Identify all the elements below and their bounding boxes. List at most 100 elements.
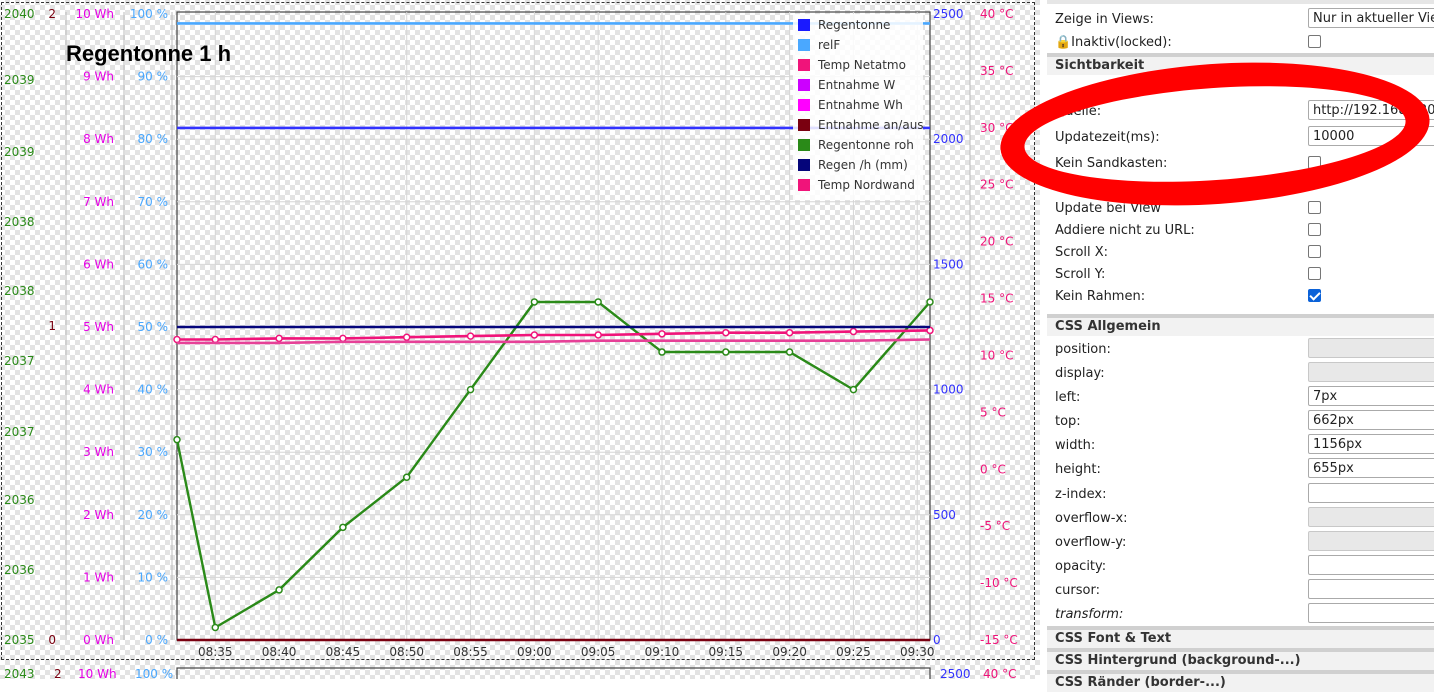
property-input-overflow-x[interactable] bbox=[1308, 507, 1434, 527]
property-input-updatezeit-ms[interactable]: 10000 bbox=[1308, 126, 1434, 146]
property-checkbox-kein-sandkasten[interactable] bbox=[1308, 156, 1321, 169]
property-label: cursor: bbox=[1055, 583, 1100, 598]
section-header-css-font-text[interactable]: CSS Font & Text bbox=[1047, 626, 1434, 648]
y-axis-tick-label: 2036 bbox=[4, 563, 35, 577]
legend-swatch bbox=[798, 119, 810, 131]
y-axis-tick-label: 40 °C bbox=[980, 7, 1013, 21]
data-point bbox=[275, 334, 283, 343]
property-input-overflow-y[interactable] bbox=[1308, 531, 1434, 551]
y-axis-tick-label: 2037 bbox=[4, 354, 35, 368]
property-input-position[interactable] bbox=[1308, 338, 1434, 358]
property-row-quelle: Quelle: http://192.168.220 bbox=[1055, 100, 1434, 122]
section-header-css-hintergrund-background[interactable]: CSS Hintergrund (background-...) bbox=[1047, 648, 1434, 670]
next-widget-axis-label: 40 °C bbox=[983, 667, 1016, 679]
property-label: left: bbox=[1055, 390, 1081, 405]
data-point bbox=[530, 331, 539, 339]
section-header-css-r-nder-border[interactable]: CSS Ränder (border-...) bbox=[1047, 670, 1434, 692]
property-checkbox-kein-rahmen[interactable] bbox=[1308, 289, 1321, 302]
section-header-sichtbarkeit[interactable]: Sichtbarkeit bbox=[1047, 53, 1434, 75]
property-label: transform: bbox=[1055, 607, 1124, 622]
legend-label: Temp Nordwand bbox=[817, 178, 915, 192]
data-point bbox=[530, 298, 539, 306]
y-axis-tick-label: -15 °C bbox=[980, 633, 1018, 647]
y-axis-tick-label: 2000 bbox=[933, 132, 964, 146]
legend-swatch bbox=[798, 99, 810, 111]
y-axis-tick-label: 2 bbox=[48, 7, 56, 21]
property-label: overflow-y: bbox=[1055, 535, 1127, 550]
legend-label: Regen /h (mm) bbox=[818, 158, 908, 172]
data-point bbox=[926, 298, 934, 306]
property-input-display[interactable] bbox=[1308, 362, 1434, 382]
series-line-temp-nordwand bbox=[177, 338, 931, 345]
property-input-height[interactable]: 655px bbox=[1308, 458, 1434, 478]
data-point bbox=[402, 473, 411, 481]
property-row-cursor: cursor: bbox=[1055, 579, 1434, 601]
property-row-display: display: bbox=[1055, 362, 1434, 384]
y-axis-tick-label: 5 Wh bbox=[83, 320, 114, 334]
property-label: Scroll X: bbox=[1055, 245, 1109, 260]
y-axis-tick-label: 25 °C bbox=[980, 178, 1013, 192]
y-axis-tick-label: 2 Wh bbox=[83, 508, 114, 522]
property-input-opacity[interactable] bbox=[1308, 555, 1434, 575]
property-row-updatezeit-ms: Updatezeit(ms): 10000 bbox=[1055, 126, 1434, 148]
legend-label: Regentonne bbox=[818, 18, 890, 32]
property-label: Quelle: bbox=[1055, 104, 1102, 119]
property-input-transform[interactable] bbox=[1308, 603, 1434, 623]
y-axis-tick-label: 5 °C bbox=[980, 405, 1006, 419]
chart-widget-canvas[interactable]: 2040 2039 2039 2038 2038 2037 2037 2036 2036 2035… bbox=[0, 0, 1040, 679]
property-input-left[interactable]: 7px bbox=[1308, 386, 1434, 406]
legend-label: Temp Netatmo bbox=[817, 58, 906, 72]
property-checkbox-scroll-x[interactable] bbox=[1308, 245, 1321, 258]
data-point bbox=[658, 330, 666, 338]
y-axis-tick-label: 0 % bbox=[145, 633, 168, 647]
y-axis-tick-label: 60 % bbox=[138, 257, 169, 271]
y-axis-tick-label: 0 Wh bbox=[83, 633, 114, 647]
property-label: Addiere nicht zu URL: bbox=[1055, 223, 1195, 238]
property-input-z-index[interactable] bbox=[1308, 483, 1434, 503]
data-point bbox=[466, 332, 475, 340]
y-axis-tick-label: 20 °C bbox=[980, 235, 1013, 249]
data-point bbox=[594, 331, 602, 339]
property-input-zeige-in-views[interactable]: Nur in aktueller View bbox=[1308, 8, 1434, 28]
property-row-overflow-y: overflow-y: bbox=[1055, 531, 1434, 553]
data-point bbox=[785, 328, 794, 337]
data-point bbox=[926, 326, 934, 335]
x-axis-tick-label: 09:30 bbox=[900, 645, 935, 659]
y-axis-tick-label: 9 Wh bbox=[83, 70, 114, 84]
property-checkbox-addiere-nicht-zu-url[interactable] bbox=[1308, 223, 1321, 236]
y-axis-tick-label: 8 Wh bbox=[83, 132, 114, 146]
property-label: width: bbox=[1055, 438, 1096, 453]
property-checkbox-scroll-y[interactable] bbox=[1308, 267, 1321, 280]
data-point bbox=[339, 334, 347, 343]
legend-label: Entnahme Wh bbox=[818, 98, 903, 112]
property-label: position: bbox=[1055, 342, 1111, 357]
property-label: Updatezeit(ms): bbox=[1055, 130, 1160, 145]
property-checkbox-update-bei-view[interactable] bbox=[1308, 201, 1321, 214]
legend-swatch bbox=[798, 159, 810, 171]
property-row-z-index: z-index: bbox=[1055, 483, 1434, 505]
properties-panel: Zeige in Views: Nur in aktueller View 🔒Ina… bbox=[1047, 0, 1434, 692]
property-input-cursor[interactable] bbox=[1308, 579, 1434, 599]
y-axis-tick-label: -10 °C bbox=[980, 576, 1018, 590]
legend-swatch bbox=[798, 79, 810, 91]
y-axis-tick-label: 35 °C bbox=[980, 64, 1013, 78]
y-axis-tick-label: 1 bbox=[48, 319, 56, 333]
next-widget-axis-label: 2 bbox=[54, 667, 62, 679]
series-line-temp-netatmo bbox=[177, 329, 931, 341]
y-axis-tick-label: 6 Wh bbox=[83, 257, 114, 271]
legend-label: Regentonne roh bbox=[818, 138, 914, 152]
property-input-top[interactable]: 662px bbox=[1308, 410, 1434, 430]
property-input-quelle[interactable]: http://192.168.220 bbox=[1308, 100, 1434, 120]
property-label: z-index: bbox=[1055, 487, 1107, 502]
property-row-position: position: bbox=[1055, 338, 1434, 360]
data-point bbox=[466, 385, 475, 394]
section-header-css-allgemein[interactable]: CSS Allgemein bbox=[1047, 314, 1434, 336]
y-axis-tick-label: 100 % bbox=[130, 7, 168, 21]
property-row-kein-rahmen: Kein Rahmen: bbox=[1055, 285, 1434, 307]
property-label: 🔒Inaktiv(locked): bbox=[1055, 35, 1172, 50]
property-checkbox-inaktiv-locked[interactable] bbox=[1308, 35, 1321, 48]
y-axis-tick-label: 2039 bbox=[4, 145, 35, 159]
x-axis-tick-label: 08:45 bbox=[326, 645, 361, 659]
y-axis-tick-label: 30 °C bbox=[980, 121, 1013, 135]
property-input-width[interactable]: 1156px bbox=[1308, 434, 1434, 454]
